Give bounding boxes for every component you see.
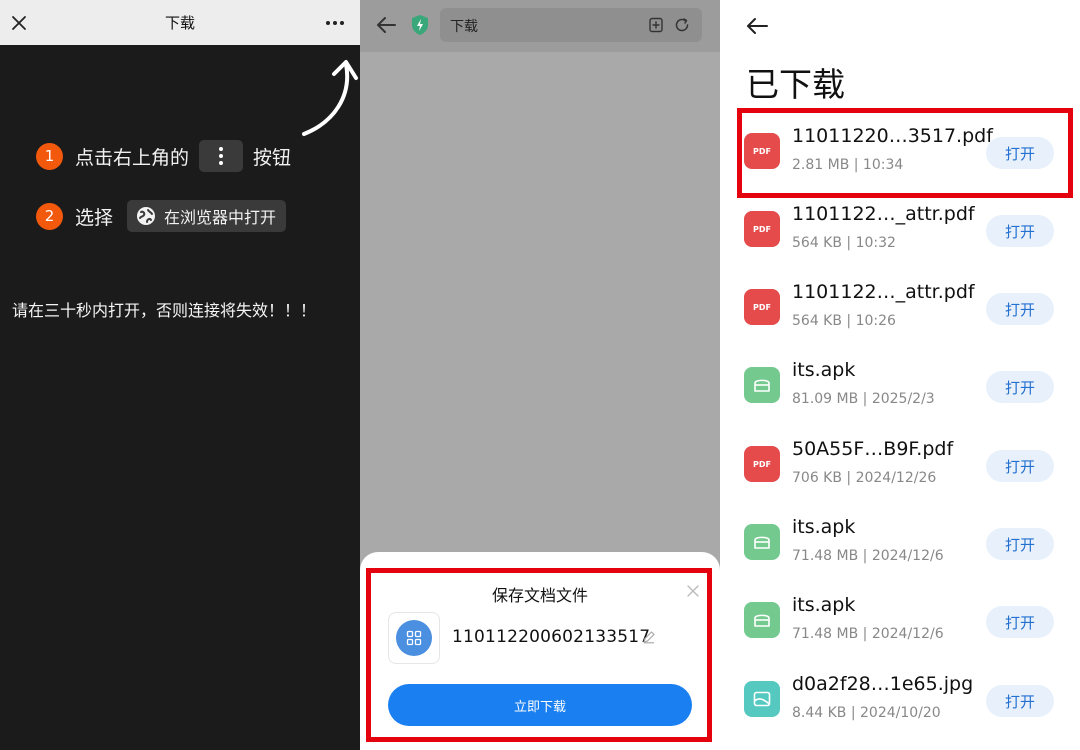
browser-top-bar: 下载 <box>360 0 720 52</box>
page-title: 已下载 <box>746 65 845 104</box>
file-meta: 71.48 MB | 2024/12/6 <box>792 548 944 564</box>
more-dots-icon[interactable] <box>322 12 348 34</box>
download-item[interactable]: PDF 1101122…_attr.pdf 564 KB | 10:26 打开 <box>720 274 1080 344</box>
download-item[interactable]: its.apk 71.48 MB | 2024/12/6 打开 <box>720 509 1080 579</box>
file-name: its.apk <box>792 516 856 538</box>
address-bar[interactable]: 下载 <box>440 8 702 42</box>
shield-icon <box>412 15 428 35</box>
open-button[interactable]: 打开 <box>986 215 1054 247</box>
open-in-browser-chip: 在浏览器中打开 <box>127 200 287 232</box>
apk-file-icon <box>744 524 780 560</box>
open-button[interactable]: 打开 <box>986 528 1054 560</box>
globe-icon <box>137 207 156 225</box>
expiry-warning: 请在三十秒内打开，否则连接将失效！！！ <box>12 301 317 320</box>
curved-arrow-icon <box>302 60 358 136</box>
file-name: its.apk <box>792 359 856 381</box>
back-arrow-icon[interactable] <box>374 14 398 36</box>
download-item[interactable]: its.apk 81.09 MB | 2025/2/3 打开 <box>720 352 1080 422</box>
file-name: 1101122…_attr.pdf <box>792 203 975 225</box>
file-meta: 564 KB | 10:32 <box>792 235 896 251</box>
step-number-badge: 2 <box>36 202 63 230</box>
more-button-chip <box>199 140 244 172</box>
apk-file-icon <box>744 602 780 638</box>
open-in-browser-label: 在浏览器中打开 <box>164 208 277 227</box>
file-name: 1101122…_attr.pdf <box>792 281 975 303</box>
highlight-box-latest-file <box>737 108 1073 198</box>
file-meta: 71.48 MB | 2024/12/6 <box>792 626 944 642</box>
download-item[interactable]: PDF 1101122…_attr.pdf 564 KB | 10:32 打开 <box>720 196 1080 266</box>
back-arrow-icon[interactable] <box>744 14 770 38</box>
refresh-icon[interactable] <box>674 17 690 33</box>
step-1-suffix: 按钮 <box>253 146 292 169</box>
step-2-prefix: 选择 <box>75 206 114 229</box>
file-meta: 564 KB | 10:26 <box>792 313 896 329</box>
wechat-top-bar: 下载 <box>0 0 360 45</box>
pdf-file-icon: PDF <box>744 211 780 247</box>
pdf-file-icon: PDF <box>744 289 780 325</box>
file-meta: 81.09 MB | 2025/2/3 <box>792 391 935 407</box>
vertical-dots-icon <box>219 147 224 165</box>
file-name: its.apk <box>792 594 856 616</box>
instruction-step-1: 1 点击右上角的 按钮 <box>36 140 291 172</box>
file-meta: 706 KB | 2024/12/26 <box>792 470 937 486</box>
open-button[interactable]: 打开 <box>986 293 1054 325</box>
highlight-box-download-sheet <box>366 568 712 742</box>
download-item[interactable]: d0a2f28…1e65.jpg 8.44 KB | 2024/10/20 打开 <box>720 666 1080 736</box>
open-button[interactable]: 打开 <box>986 371 1054 403</box>
open-button[interactable]: 打开 <box>986 450 1054 482</box>
open-button[interactable]: 打开 <box>986 606 1054 638</box>
step-number-badge: 1 <box>36 142 63 170</box>
image-file-icon <box>744 681 780 717</box>
instruction-step-2: 2 选择 在浏览器中打开 <box>36 200 287 232</box>
step-1-prefix: 点击右上角的 <box>75 146 190 169</box>
download-item[interactable]: PDF 50A55F…B9F.pdf 706 KB | 2024/12/26 打开 <box>720 431 1080 501</box>
pdf-file-icon: PDF <box>744 446 780 482</box>
file-meta: 8.44 KB | 2024/10/20 <box>792 705 941 721</box>
apk-file-icon <box>744 367 780 403</box>
file-name: d0a2f28…1e65.jpg <box>792 673 974 695</box>
download-item[interactable]: its.apk 71.48 MB | 2024/12/6 打开 <box>720 587 1080 657</box>
bookmark-icon[interactable] <box>648 17 664 33</box>
address-bar-text: 下载 <box>450 19 478 35</box>
file-name: 50A55F…B9F.pdf <box>792 438 954 460</box>
open-button[interactable]: 打开 <box>986 685 1054 717</box>
wechat-download-panel: 下载 1 点击右上角的 按钮 2 选择 在浏览器中打开 请在三十秒内打开，否则连… <box>0 0 360 750</box>
page-title: 下载 <box>164 14 195 32</box>
